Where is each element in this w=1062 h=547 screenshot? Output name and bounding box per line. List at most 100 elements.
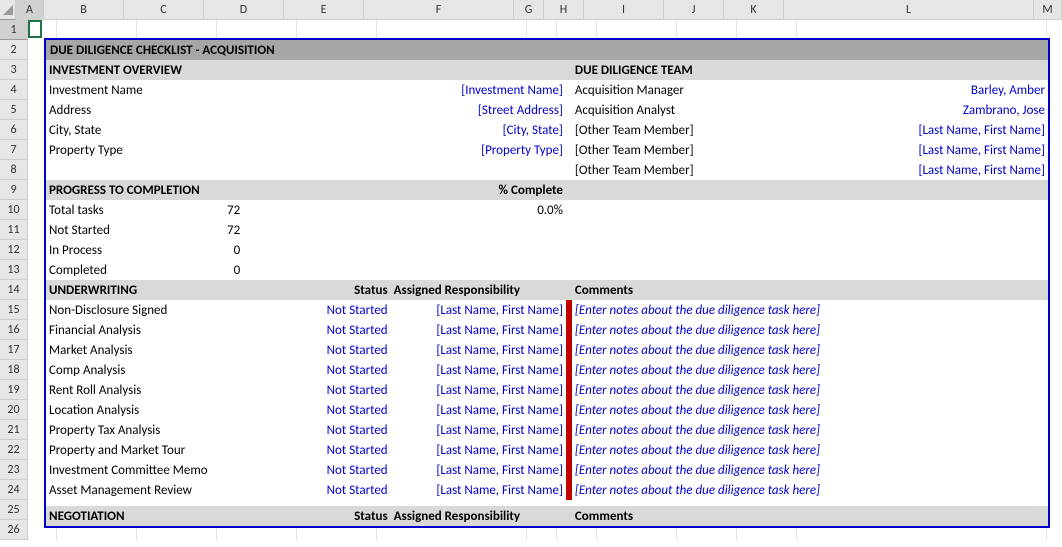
task-assigned[interactable]: [Last Name, First Name] — [391, 480, 566, 500]
task-assigned[interactable]: [Last Name, First Name] — [391, 340, 566, 360]
task-name: Property Tax Analysis — [46, 420, 243, 440]
row-header-26[interactable]: 26 — [0, 520, 28, 540]
overview-label — [46, 160, 391, 180]
col-header-I[interactable]: I — [584, 0, 664, 20]
task-assigned[interactable]: [Last Name, First Name] — [391, 460, 566, 480]
row-header-13[interactable]: 13 — [0, 260, 28, 280]
row-header-16[interactable]: 16 — [0, 320, 28, 340]
task-comment[interactable]: [Enter notes about the due diligence tas… — [572, 420, 1048, 440]
task-status[interactable]: Not Started — [243, 380, 390, 400]
row-header-8[interactable]: 8 — [0, 160, 28, 180]
progress-row: In Process 0 — [46, 240, 1048, 260]
row-header-24[interactable]: 24 — [0, 480, 28, 500]
team-label: Acquisition Analyst — [572, 100, 877, 120]
task-comment[interactable]: [Enter notes about the due diligence tas… — [572, 480, 1048, 500]
row-header-1[interactable]: 1 — [0, 20, 28, 40]
team-value[interactable]: Zambrano, Jose — [877, 100, 1048, 120]
negotiation-header: NEGOTIATION — [46, 506, 243, 526]
task-assigned[interactable]: [Last Name, First Name] — [391, 400, 566, 420]
team-value[interactable]: Barley, Amber — [877, 80, 1048, 100]
task-status[interactable]: Not Started — [243, 460, 390, 480]
task-assigned[interactable]: [Last Name, First Name] — [391, 300, 566, 320]
task-comment[interactable]: [Enter notes about the due diligence tas… — [572, 440, 1048, 460]
active-cell[interactable] — [28, 20, 42, 38]
negotiation-header-row: NEGOTIATION Status Assigned Responsibili… — [46, 506, 1048, 526]
row-header-17[interactable]: 17 — [0, 340, 28, 360]
task-comment[interactable]: [Enter notes about the due diligence tas… — [572, 300, 1048, 320]
row-header-10[interactable]: 10 — [0, 200, 28, 220]
task-comment[interactable]: [Enter notes about the due diligence tas… — [572, 380, 1048, 400]
col-header-A[interactable]: A — [16, 0, 44, 20]
col-header-D[interactable]: D — [204, 0, 284, 20]
row-header-6[interactable]: 6 — [0, 120, 28, 140]
col-header-B[interactable]: B — [44, 0, 124, 20]
pct-complete-label: % Complete — [391, 180, 566, 200]
task-name: Asset Management Review — [46, 480, 243, 500]
col-header-F[interactable]: F — [364, 0, 514, 20]
team-value[interactable]: [Last Name, First Name] — [877, 140, 1048, 160]
overview-value[interactable]: [Property Type] — [391, 140, 566, 160]
task-status[interactable]: Not Started — [243, 480, 390, 500]
row-header-14[interactable]: 14 — [0, 280, 28, 300]
comments-header: Comments — [572, 506, 1048, 526]
col-header-H[interactable]: H — [544, 0, 584, 20]
task-assigned[interactable]: [Last Name, First Name] — [391, 380, 566, 400]
assigned-header: Assigned Responsibility — [391, 280, 566, 300]
progress-pct — [391, 240, 566, 260]
row-header-9[interactable]: 9 — [0, 180, 28, 200]
row-header-2[interactable]: 2 — [0, 40, 28, 60]
spreadsheet[interactable]: ABCDEFGHIJKLM 12345678910111213141516171… — [0, 0, 1062, 547]
row-header-21[interactable]: 21 — [0, 420, 28, 440]
task-name: Rent Roll Analysis — [46, 380, 243, 400]
task-row: Comp Analysis Not Started [Last Name, Fi… — [46, 360, 1048, 380]
row-header-4[interactable]: 4 — [0, 80, 28, 100]
task-assigned[interactable]: [Last Name, First Name] — [391, 440, 566, 460]
overview-value[interactable]: [Street Address] — [391, 100, 566, 120]
col-header-J[interactable]: J — [664, 0, 724, 20]
select-all-corner[interactable] — [0, 0, 16, 20]
row-header-23[interactable]: 23 — [0, 460, 28, 480]
task-assigned[interactable]: [Last Name, First Name] — [391, 320, 566, 340]
select-all-icon — [3, 5, 13, 15]
task-comment[interactable]: [Enter notes about the due diligence tas… — [572, 360, 1048, 380]
task-status[interactable]: Not Started — [243, 400, 390, 420]
col-header-C[interactable]: C — [124, 0, 204, 20]
task-comment[interactable]: [Enter notes about the due diligence tas… — [572, 460, 1048, 480]
grid-area[interactable]: DUE DILIGENCE CHECKLIST - ACQUISITION IN… — [28, 20, 1062, 540]
task-assigned[interactable]: [Last Name, First Name] — [391, 360, 566, 380]
progress-count: 0 — [179, 240, 243, 260]
row-header-12[interactable]: 12 — [0, 240, 28, 260]
team-value[interactable]: [Last Name, First Name] — [877, 120, 1048, 140]
row-header-18[interactable]: 18 — [0, 360, 28, 380]
overview-value[interactable]: [Investment Name] — [391, 80, 566, 100]
row-header-5[interactable]: 5 — [0, 100, 28, 120]
col-header-M[interactable]: M — [1034, 0, 1062, 20]
row-header-7[interactable]: 7 — [0, 140, 28, 160]
row-header-25[interactable]: 25 — [0, 500, 28, 520]
task-status[interactable]: Not Started — [243, 340, 390, 360]
task-status[interactable]: Not Started — [243, 360, 390, 380]
task-comment[interactable]: [Enter notes about the due diligence tas… — [572, 400, 1048, 420]
task-assigned[interactable]: [Last Name, First Name] — [391, 420, 566, 440]
row-header-22[interactable]: 22 — [0, 440, 28, 460]
overview-value[interactable] — [391, 160, 566, 180]
col-header-L[interactable]: L — [784, 0, 1034, 20]
task-status[interactable]: Not Started — [243, 440, 390, 460]
task-row: Property Tax Analysis Not Started [Last … — [46, 420, 1048, 440]
col-header-E[interactable]: E — [284, 0, 364, 20]
row-header-11[interactable]: 11 — [0, 220, 28, 240]
overview-value[interactable]: [City, State] — [391, 120, 566, 140]
row-header-3[interactable]: 3 — [0, 60, 28, 80]
col-header-K[interactable]: K — [724, 0, 784, 20]
row-header-20[interactable]: 20 — [0, 400, 28, 420]
task-status[interactable]: Not Started — [243, 300, 390, 320]
task-status[interactable]: Not Started — [243, 420, 390, 440]
col-header-G[interactable]: G — [514, 0, 544, 20]
row-header-15[interactable]: 15 — [0, 300, 28, 320]
title-text: DUE DILIGENCE CHECKLIST - ACQUISITION — [50, 43, 275, 58]
team-value[interactable]: [Last Name, First Name] — [877, 160, 1048, 180]
row-header-19[interactable]: 19 — [0, 380, 28, 400]
task-status[interactable]: Not Started — [243, 320, 390, 340]
task-comment[interactable]: [Enter notes about the due diligence tas… — [572, 340, 1048, 360]
task-comment[interactable]: [Enter notes about the due diligence tas… — [572, 320, 1048, 340]
